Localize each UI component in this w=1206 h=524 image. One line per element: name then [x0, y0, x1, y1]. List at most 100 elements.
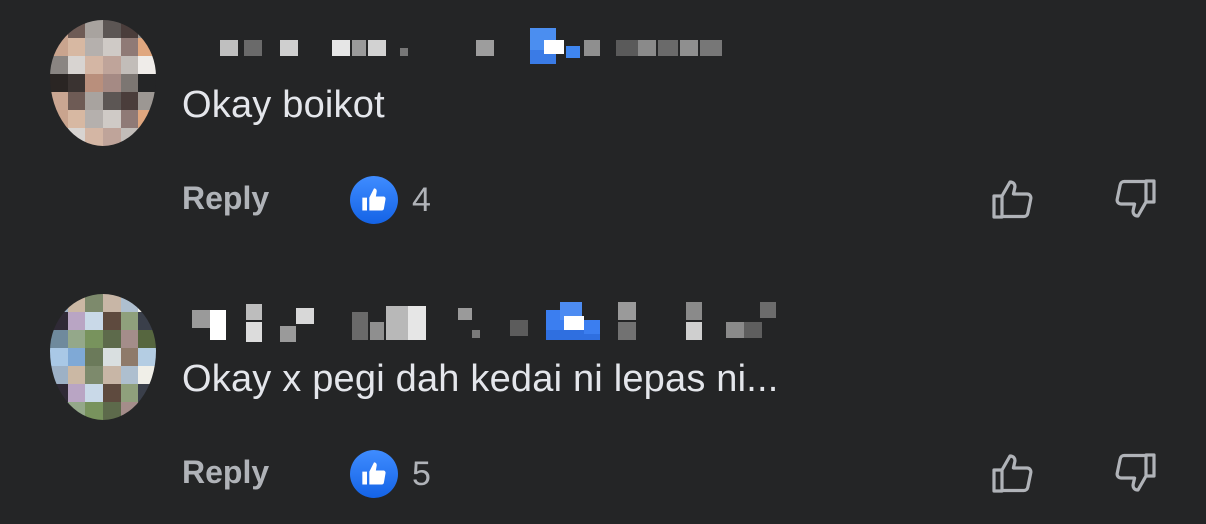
avatar-pixel — [102, 366, 121, 384]
redacted-block — [618, 302, 636, 320]
avatar-pixel — [102, 294, 121, 312]
reaction-summary[interactable]: 4 — [350, 176, 431, 224]
avatar-pixel — [85, 348, 103, 366]
redacted-block — [476, 40, 494, 56]
redacted-block — [680, 40, 698, 56]
avatar-pixel — [85, 92, 103, 110]
thumbs-up-outline-icon[interactable] — [988, 174, 1038, 224]
avatar-pixel — [120, 74, 139, 92]
avatar-pixel — [50, 384, 68, 402]
thumbs-up-icon — [350, 450, 398, 498]
reaction-summary[interactable]: 5 — [350, 450, 431, 498]
redacted-block — [280, 40, 298, 56]
redacted-block — [352, 40, 366, 56]
avatar-pixel — [120, 402, 139, 420]
avatar-pixel — [67, 20, 86, 38]
redacted-block — [510, 320, 528, 336]
avatar-pixel — [102, 20, 121, 38]
avatar-pixel — [50, 38, 68, 56]
avatar-pixel — [50, 330, 68, 348]
avatar[interactable] — [50, 294, 156, 420]
avatar-pixel — [50, 56, 68, 74]
redacted-block — [760, 302, 776, 318]
avatar-pixel — [102, 110, 121, 128]
redacted-block — [544, 40, 564, 54]
avatar-pixel — [120, 348, 139, 366]
avatar-pixel — [67, 38, 86, 56]
avatar-pixel — [50, 110, 68, 128]
avatar[interactable] — [50, 20, 156, 146]
avatar-pixel — [102, 128, 121, 146]
redacted-block — [192, 310, 210, 328]
redacted-block — [584, 40, 600, 56]
avatar-pixel — [67, 366, 86, 384]
avatar-pixel — [85, 294, 103, 312]
avatar-pixel — [102, 384, 121, 402]
thumbs-up-icon — [350, 176, 398, 224]
redacted-block — [210, 310, 226, 340]
avatar-pixel — [50, 92, 68, 110]
avatar-pixel — [138, 38, 156, 56]
avatar-pixel — [138, 330, 156, 348]
avatar-pixel — [120, 20, 139, 38]
redacted-block — [658, 40, 678, 56]
avatar-pixel — [120, 110, 139, 128]
avatar-pixel — [102, 330, 121, 348]
redacted-block — [726, 322, 744, 338]
avatar-pixel — [102, 56, 121, 74]
avatar-pixel — [67, 92, 86, 110]
avatar-pixel — [138, 312, 156, 330]
reply-button[interactable]: Reply — [182, 180, 269, 217]
redacted-block — [408, 306, 426, 340]
avatar-pixel — [138, 402, 156, 420]
avatar-pixel — [138, 348, 156, 366]
avatar-pixel — [50, 20, 68, 38]
avatar-pixel — [50, 312, 68, 330]
comment-item: Okay boikot Reply 4 — [0, 0, 1206, 262]
avatar-pixel — [50, 294, 68, 312]
redacted-block — [618, 322, 636, 340]
avatar-pixel — [138, 20, 156, 38]
avatar-pixel — [67, 56, 86, 74]
reply-button[interactable]: Reply — [182, 454, 269, 491]
reaction-count: 4 — [412, 180, 431, 219]
avatar-pixel — [120, 312, 139, 330]
redacted-block — [700, 40, 722, 56]
avatar-pixel — [67, 74, 86, 92]
comment-text: Okay x pegi dah kedai ni lepas ni... — [182, 358, 779, 400]
thumbs-up-outline-icon[interactable] — [988, 448, 1038, 498]
redacted-block — [400, 48, 408, 56]
avatar-pixel — [102, 92, 121, 110]
redacted-block — [368, 40, 386, 56]
redacted-block — [246, 322, 262, 342]
avatar-pixel — [120, 366, 139, 384]
avatar-pixel — [67, 294, 86, 312]
avatar-pixel — [120, 294, 139, 312]
avatar-pixel — [85, 402, 103, 420]
avatar-pixel — [67, 348, 86, 366]
avatar-pixel — [85, 366, 103, 384]
avatar-pixel — [120, 330, 139, 348]
avatar-pixel — [85, 56, 103, 74]
avatar-pixel — [120, 92, 139, 110]
avatar-pixel — [85, 128, 103, 146]
avatar-pixel — [120, 56, 139, 74]
avatar-pixel — [50, 74, 68, 92]
avatar-pixel — [67, 384, 86, 402]
redacted-block — [616, 40, 638, 56]
redacted-block — [246, 304, 262, 320]
redacted-block — [472, 330, 480, 338]
avatar-pixel — [138, 128, 156, 146]
avatar-pixel — [138, 92, 156, 110]
author-name-redacted[interactable] — [180, 28, 740, 64]
redacted-block — [352, 312, 368, 340]
thumbs-down-outline-icon[interactable] — [1110, 448, 1160, 498]
redacted-block — [566, 46, 580, 58]
avatar-pixel — [85, 330, 103, 348]
redacted-block — [686, 302, 702, 320]
author-name-redacted[interactable] — [180, 302, 776, 342]
thumbs-down-outline-icon[interactable] — [1110, 174, 1160, 224]
avatar-pixel — [85, 38, 103, 56]
avatar-pixel — [67, 402, 86, 420]
avatar-pixel — [102, 348, 121, 366]
